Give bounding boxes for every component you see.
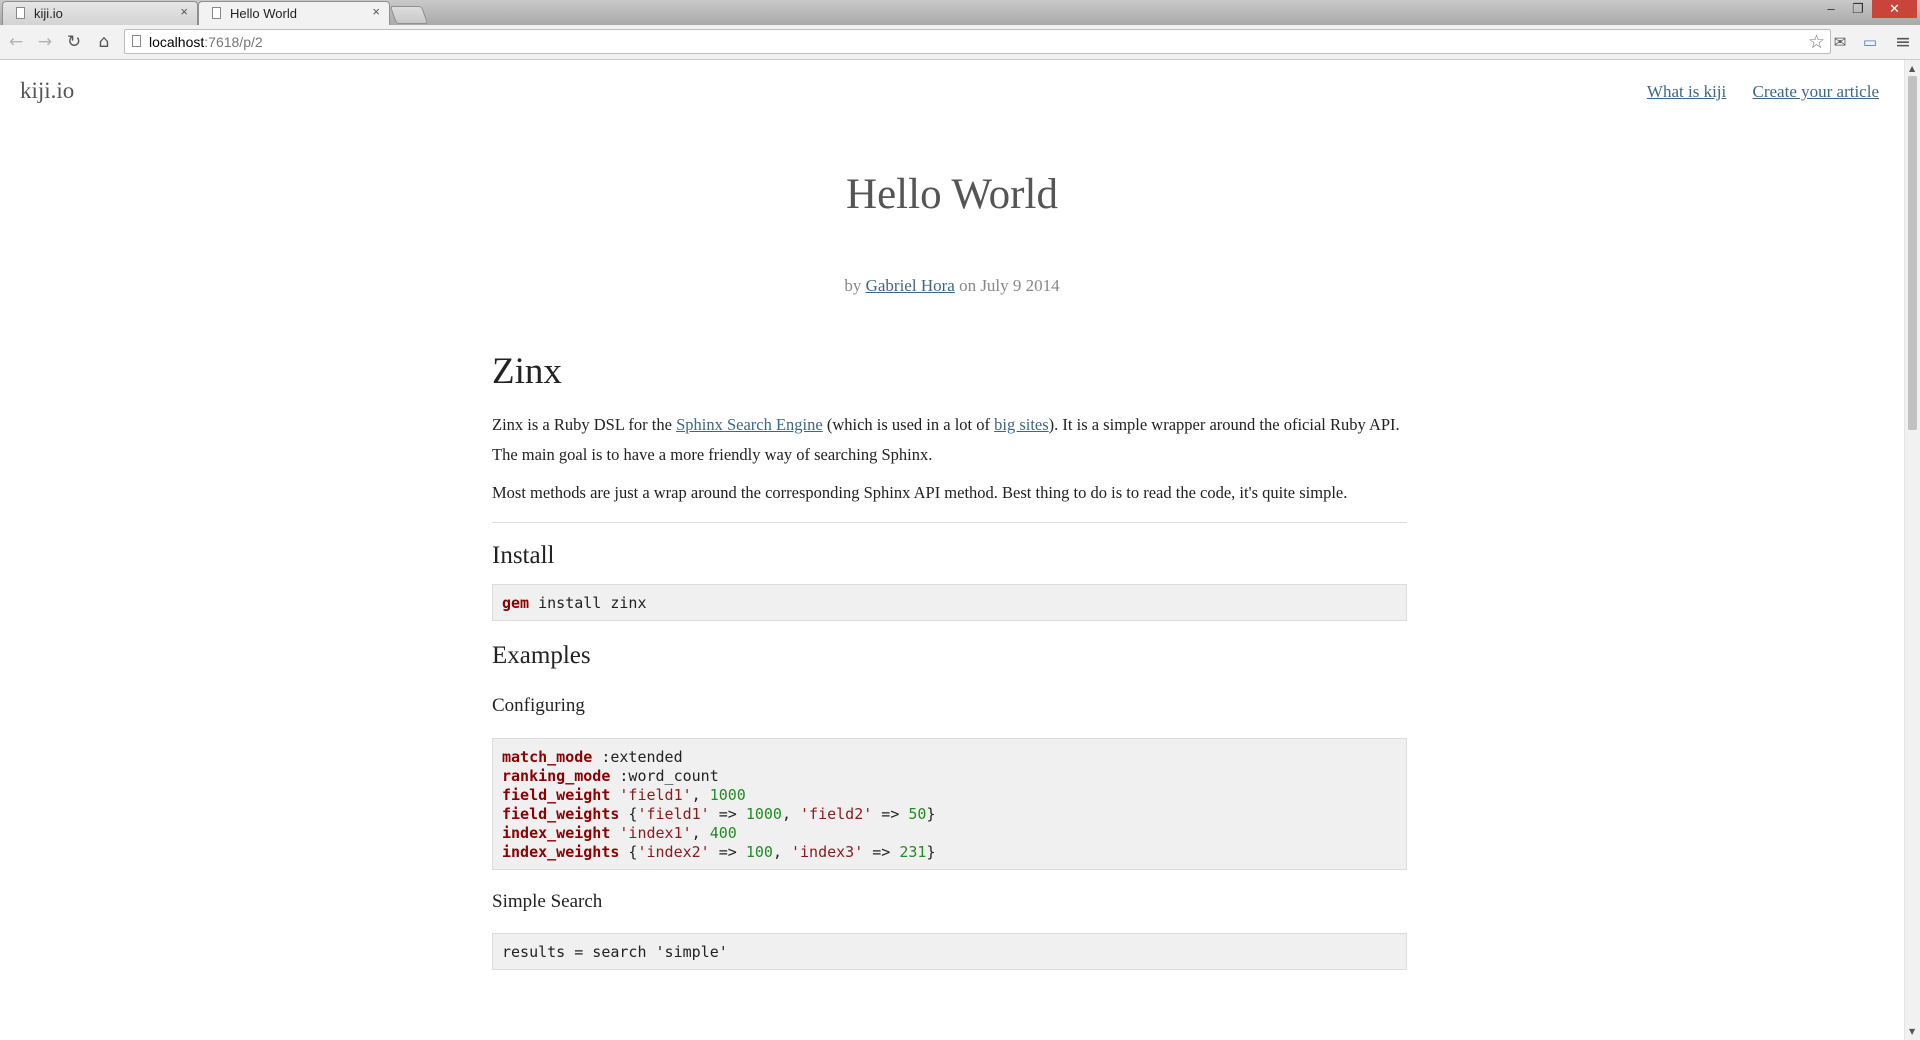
install-code-block: gem install zinx (492, 584, 1407, 621)
code-line: field_weights {'field1' => 1000, 'field2… (502, 805, 1397, 824)
forward-icon[interactable]: → (34, 31, 56, 53)
sphinx-link[interactable]: Sphinx Search Engine (676, 415, 823, 434)
site-brand[interactable]: kiji.io (20, 78, 74, 104)
code-keyword: gem (502, 594, 530, 612)
scroll-up-icon[interactable]: ▲ (1909, 64, 1915, 73)
intro-text-c: ). It is a simple wrapper around the ofi… (1048, 415, 1400, 434)
url-host: localhost (149, 34, 205, 50)
code-keyword: field_weights (502, 805, 620, 823)
code-text: 'index1', 400 (619, 824, 737, 842)
divider (492, 522, 1407, 523)
page-scrollbar[interactable]: ▲ ▼ (1904, 60, 1920, 1040)
tab-close-icon[interactable]: × (180, 4, 188, 19)
new-tab-button[interactable] (389, 6, 429, 24)
simple-search-code-block: results = search 'simple' (492, 933, 1407, 970)
tab-hello-world[interactable]: Hello World × (198, 1, 390, 25)
methods-paragraph: Most methods are just a wrap around the … (492, 483, 1348, 502)
back-icon[interactable]: ← (5, 31, 27, 53)
intro-text-b: (which is used in a lot of (822, 415, 995, 434)
simple-search-heading: Simple Search (492, 891, 603, 912)
code-text: {'field1' => 1000, 'field2' => 50} (619, 805, 936, 823)
mail-extension-icon[interactable]: ✉ (1830, 32, 1850, 52)
document-icon (212, 7, 221, 19)
url-path: :7618/p/2 (204, 34, 263, 50)
byline-date: on July 9 2014 (959, 276, 1060, 295)
scrollbar-thumb[interactable] (1908, 76, 1917, 430)
tab-shape (2, 1, 198, 25)
post-title: Hello World (846, 171, 1058, 218)
restore-button[interactable]: ❐ (1845, 0, 1871, 18)
address-bar[interactable]: localhost:7618/p/2 ☆ (124, 29, 1831, 54)
code-line: ranking_mode :word_count (502, 767, 1397, 786)
page-viewport: kiji.io What is kiji Create your article… (0, 60, 1904, 1040)
code-text: :word_count (610, 767, 719, 785)
goal-paragraph: The main goal is to have a more friendly… (492, 445, 933, 464)
examples-heading: Examples (492, 642, 591, 669)
scroll-down-icon[interactable]: ▼ (1909, 1027, 1915, 1036)
code-keyword: field_weight (502, 786, 611, 804)
bookmark-star-icon[interactable]: ☆ (1808, 31, 1825, 53)
post-byline: by Gabriel Hora on July 9 2014 (0, 276, 1904, 296)
install-heading: Install (492, 542, 555, 569)
code-keyword: match_mode (502, 748, 593, 766)
configuring-heading: Configuring (492, 695, 585, 716)
article-heading: Zinx (492, 351, 562, 392)
intro-paragraph: Zinx is a Ruby DSL for the Sphinx Search… (492, 410, 1407, 440)
code-line: index_weight 'index1', 400 (502, 824, 1397, 843)
code-line: index_weights {'index2' => 100, 'index3'… (502, 843, 1397, 862)
tab-close-icon[interactable]: × (372, 4, 380, 19)
code-text: install zinx (529, 594, 647, 612)
window-close-button[interactable]: ✕ (1872, 0, 1917, 18)
home-icon[interactable]: ⌂ (93, 31, 115, 53)
page-icon (132, 35, 141, 47)
tab-kiji[interactable]: kiji.io × (2, 1, 198, 25)
document-icon (16, 7, 25, 19)
byline-by: by (844, 276, 862, 295)
code-keyword: index_weight (502, 824, 611, 842)
minimize-button[interactable]: – (1818, 0, 1844, 18)
reload-icon[interactable]: ↻ (63, 31, 85, 53)
article-body: Zinx Zinx is a Ruby DSL for the Sphinx S… (492, 348, 1407, 970)
big-sites-link[interactable]: big sites (994, 415, 1049, 434)
code-text: 'field1', 1000 (619, 786, 746, 804)
tab-title: Hello World (230, 6, 297, 21)
config-code-block: match_mode :extended ranking_mode :word_c… (492, 738, 1407, 870)
cast-extension-icon[interactable]: ▭ (1860, 32, 1880, 52)
nav-what-is-kiji-link[interactable]: What is kiji (1647, 82, 1726, 101)
code-keyword: ranking_mode (502, 767, 611, 785)
code-line: match_mode :extended (502, 748, 1397, 767)
url-text[interactable]: localhost:7618/p/2 (149, 34, 263, 50)
browser-titlebar: kiji.io × Hello World × – ❐ ✕ (0, 0, 1920, 25)
code-text: :extended (592, 748, 683, 766)
browser-toolbar: ← → ↻ ⌂ localhost:7618/p/2 ☆ ✉ ▭ ≡ (0, 25, 1920, 60)
top-nav: What is kiji Create your article (1625, 82, 1879, 102)
menu-icon[interactable]: ≡ (1893, 32, 1913, 52)
author-link[interactable]: Gabriel Hora (866, 276, 955, 295)
code-line: field_weight 'field1', 1000 (502, 786, 1397, 805)
intro-text-a: Zinx is a Ruby DSL for the (492, 415, 677, 434)
code-text: {'index2' => 100, 'index3' => 231} (619, 843, 936, 861)
nav-create-article-link[interactable]: Create your article (1753, 82, 1880, 101)
code-keyword: index_weights (502, 843, 620, 861)
tab-title: kiji.io (34, 6, 63, 21)
